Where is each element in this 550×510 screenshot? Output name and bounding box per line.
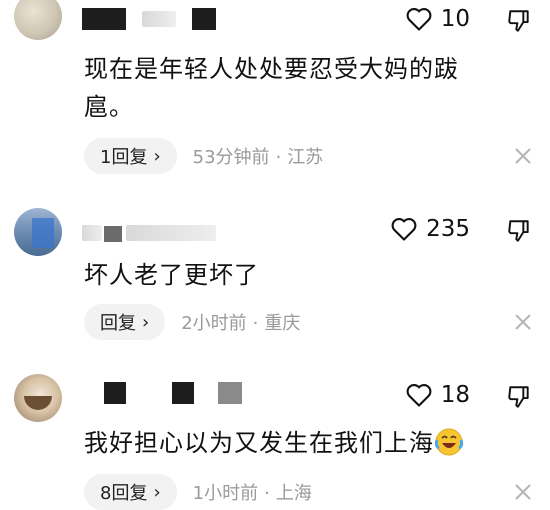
- comment-time: 2小时前 · 重庆: [181, 309, 300, 335]
- avatar[interactable]: [14, 208, 62, 256]
- like-button[interactable]: 235: [390, 216, 470, 242]
- chevron-right-icon: ›: [153, 145, 161, 167]
- reply-label: 8回复: [100, 483, 148, 504]
- thumbs-down-icon[interactable]: [506, 384, 532, 410]
- thumbs-down-icon[interactable]: [506, 8, 532, 34]
- heart-icon: [391, 218, 417, 241]
- like-count: 10: [440, 6, 470, 32]
- comment-time: 53分钟前 · 江苏: [193, 143, 324, 169]
- comment-meta: 1回复 › 53分钟前 · 江苏: [84, 138, 323, 174]
- like-count: 235: [426, 216, 470, 242]
- location-text: 重庆: [264, 313, 301, 334]
- chevron-right-icon: ›: [142, 311, 150, 333]
- location-text: 上海: [275, 483, 312, 504]
- close-icon[interactable]: [514, 483, 532, 501]
- like-button[interactable]: 10: [405, 6, 470, 32]
- avatar[interactable]: [14, 0, 62, 40]
- like-button[interactable]: 18: [405, 382, 470, 408]
- time-text: 2小时前: [181, 313, 247, 334]
- reply-button[interactable]: 回复 ›: [84, 304, 166, 340]
- reply-button[interactable]: 8回复 ›: [84, 474, 177, 510]
- comment-text: 现在是年轻人处处要忍受大妈的跋扈。: [84, 55, 459, 121]
- time-text: 1小时前: [192, 483, 259, 504]
- crying-laughing-emoji-icon: [434, 428, 464, 456]
- comment-meta: 回复 › 2小时前 · 重庆: [84, 304, 300, 340]
- avatar[interactable]: [14, 374, 62, 422]
- location-text: 江苏: [287, 147, 324, 168]
- close-icon[interactable]: [514, 147, 532, 165]
- heart-icon: [406, 384, 432, 407]
- reply-label: 1回复: [100, 147, 148, 168]
- chevron-right-icon: ›: [153, 481, 161, 503]
- comment-time: 1小时前 · 上海: [193, 479, 312, 505]
- separator: ·: [264, 483, 270, 504]
- reply-label: 回复: [100, 313, 136, 334]
- heart-icon: [406, 8, 432, 31]
- separator: ·: [275, 147, 282, 168]
- time-text: 53分钟前: [192, 147, 270, 168]
- comment-text: 我好担心以为又发生在我们上海: [84, 424, 534, 462]
- close-icon[interactable]: [514, 313, 532, 331]
- comment-meta: 8回复 › 1小时前 · 上海: [84, 474, 312, 510]
- thumbs-down-icon[interactable]: [506, 218, 532, 244]
- like-count: 18: [440, 382, 470, 408]
- separator: ·: [252, 313, 259, 334]
- comment-text-body: 我好担心以为又发生在我们上海: [84, 429, 434, 457]
- comment-text: 坏人老了更坏了: [84, 261, 259, 289]
- reply-button[interactable]: 1回复 ›: [84, 138, 177, 174]
